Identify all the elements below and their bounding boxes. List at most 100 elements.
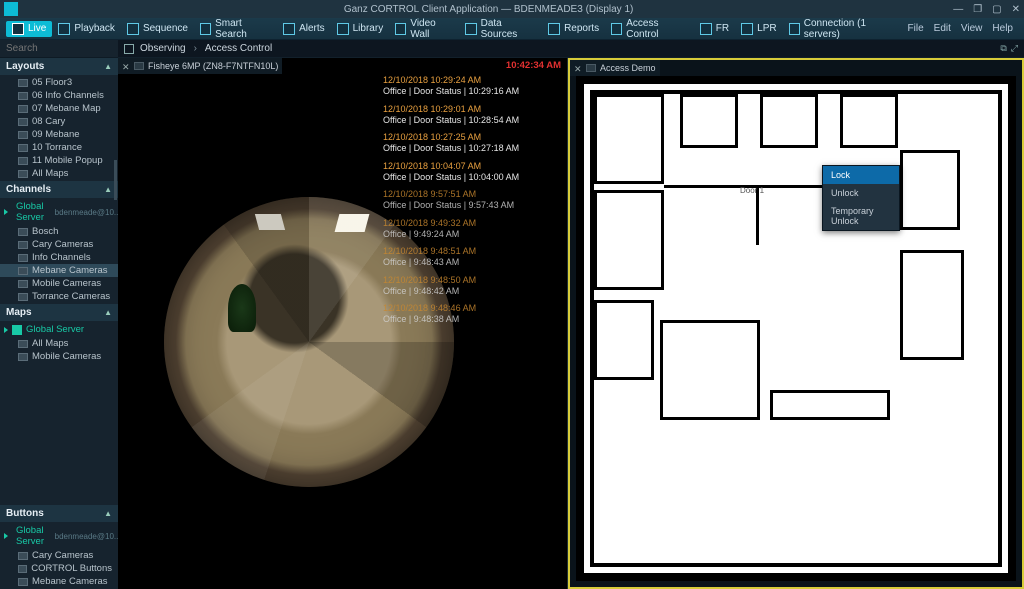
search-input[interactable] [6, 43, 118, 54]
close-tab-icon[interactable]: ✕ [574, 64, 582, 72]
section-buttons[interactable]: Buttons▲ [0, 505, 118, 522]
context-menu-item[interactable]: Temporary Unlock [823, 202, 899, 230]
tree-item-label: 05 Floor3 [32, 77, 72, 88]
scene-object [228, 284, 256, 332]
tree-item[interactable]: Torrance Cameras [0, 290, 118, 303]
tree-item[interactable]: Cary Cameras [0, 549, 118, 562]
event-entry[interactable]: 12/10/2018 10:29:24 AMOffice | Door Stat… [383, 74, 563, 99]
video-wall-icon [395, 23, 406, 35]
expand-icon [4, 209, 8, 215]
tree-item[interactable]: CORTROL Buttons [0, 562, 118, 575]
menu-file[interactable]: File [903, 23, 929, 34]
section-layouts[interactable]: Layouts▲ [0, 58, 118, 75]
tree-item[interactable]: Info Channels [0, 251, 118, 264]
event-time: 12/10/2018 10:29:24 AM [383, 75, 563, 86]
crumb-access-control[interactable]: Access Control [205, 43, 272, 54]
tree-item[interactable]: Cary Cameras [0, 238, 118, 251]
maximize-button[interactable]: ▢ [992, 4, 1001, 15]
folder-icon [18, 565, 27, 573]
event-entry[interactable]: 12/10/2018 10:29:01 AMOffice | Door Stat… [383, 103, 563, 128]
access-control-icon [611, 23, 622, 35]
event-entry[interactable]: 12/10/2018 10:04:07 AMOffice | Door Stat… [383, 160, 563, 185]
restore-button[interactable]: ❐ [973, 4, 982, 15]
tree-item-label: 07 Mebane Map [32, 103, 101, 114]
event-detail: Office | 9:48:43 AM [383, 257, 563, 268]
menu-edit[interactable]: Edit [929, 23, 956, 34]
server-node[interactable]: Global Server [0, 322, 118, 337]
tree-item[interactable]: Mobile Cameras [0, 277, 118, 290]
close-button[interactable]: ✕ [1012, 4, 1020, 15]
tree-item[interactable]: All Maps [0, 167, 118, 180]
tree-item[interactable]: 09 Mebane [0, 128, 118, 141]
tree-item[interactable]: Mebane Cameras [0, 575, 118, 588]
event-entry[interactable]: 12/10/2018 9:48:46 AMOffice | 9:48:38 AM [383, 302, 563, 327]
expand-icon[interactable]: ⤢ [1011, 43, 1018, 54]
lpr-tab[interactable]: LPR [735, 21, 782, 37]
close-tab-icon[interactable]: ✕ [122, 62, 130, 70]
scrollbar-thumb[interactable] [114, 160, 117, 200]
map-tab[interactable]: ✕ Access Demo [570, 60, 660, 76]
search-box[interactable]: 🔍 [0, 40, 118, 58]
tree-item[interactable]: 05 Floor3 [0, 76, 118, 89]
tree-item[interactable]: 07 Mebane Map [0, 102, 118, 115]
tree-item[interactable]: Bosch [0, 225, 118, 238]
expand-icon [4, 533, 8, 539]
alerts-tab[interactable]: Alerts [277, 21, 331, 37]
event-entry[interactable]: 12/10/2018 9:48:50 AMOffice | 9:48:42 AM [383, 274, 563, 299]
event-time: 12/10/2018 9:48:51 AM [383, 246, 563, 257]
tree-item[interactable]: 06 Info Channels [0, 89, 118, 102]
server-node[interactable]: Global Server bdenmeade@10... [0, 523, 118, 549]
library-tab[interactable]: Library [331, 21, 390, 37]
playback-tab[interactable]: Playback [52, 21, 121, 37]
popout-icon[interactable]: ⧉ [1000, 43, 1006, 54]
tree-item-label: Bosch [32, 226, 58, 237]
context-menu-item[interactable]: Lock [823, 166, 899, 184]
tree-item-label: Cary Cameras [32, 550, 93, 561]
tree-item-label: All Maps [32, 338, 68, 349]
event-time: 12/10/2018 9:49:32 AM [383, 218, 563, 229]
sequence-tab[interactable]: Sequence [121, 21, 194, 37]
event-detail: Office | Door Status | 10:28:54 AM [383, 115, 563, 126]
connection-status[interactable]: Connection (1 servers) [783, 16, 903, 42]
minimize-button[interactable]: — [953, 4, 963, 15]
event-entry[interactable]: 12/10/2018 9:48:51 AMOffice | 9:48:43 AM [383, 245, 563, 270]
event-entry[interactable]: 12/10/2018 9:57:51 AMOffice | Door Statu… [383, 188, 563, 213]
event-entry[interactable]: 12/10/2018 9:49:32 AMOffice | 9:49:24 AM [383, 217, 563, 242]
fr-tab[interactable]: FR [694, 21, 735, 37]
crumb-observing[interactable]: Observing [140, 43, 186, 54]
tree-item-label: Mobile Cameras [32, 278, 101, 289]
context-menu-item[interactable]: Unlock [823, 184, 899, 202]
main-area: Observing Access Control ⧉ ⤢ ✕ Fisheye 6… [118, 40, 1024, 589]
bell-icon [283, 23, 295, 35]
data-sources-tab[interactable]: Data Sources [459, 16, 542, 42]
reports-tab[interactable]: Reports [542, 21, 605, 37]
lpr-icon [741, 23, 753, 35]
menu-help[interactable]: Help [987, 23, 1018, 34]
map-pane[interactable]: ✕ Access Demo [568, 58, 1024, 589]
window-title: Ganz CORTROL Client Application — BDENME… [24, 4, 953, 15]
floor-plan[interactable]: Door 1 [576, 76, 1016, 581]
section-maps[interactable]: Maps▲ [0, 304, 118, 321]
folder-icon [18, 157, 28, 165]
tree-item-label: 10 Torrance [32, 142, 82, 153]
tree-item[interactable]: 10 Torrance [0, 141, 118, 154]
tree-item[interactable]: Mebane Cameras [0, 264, 118, 277]
tree-item[interactable]: 08 Cary [0, 115, 118, 128]
folder-icon [18, 105, 28, 113]
event-detail: Office | Door Status | 10:04:00 AM [383, 172, 563, 183]
tree-item[interactable]: 11 Mobile Popup [0, 154, 118, 167]
home-icon[interactable] [124, 44, 134, 54]
live-tab[interactable]: Live [6, 21, 52, 37]
video-wall-tab[interactable]: Video Wall [389, 16, 459, 42]
smart-search-tab[interactable]: Smart Search [194, 16, 277, 42]
access-control-tab[interactable]: Access Control [605, 16, 694, 42]
event-entry[interactable]: 12/10/2018 10:27:25 AMOffice | Door Stat… [383, 131, 563, 156]
menu-view[interactable]: View [956, 23, 988, 34]
tree-item[interactable]: Mobile Cameras [0, 350, 118, 363]
server-node[interactable]: Global Server bdenmeade@10... [0, 199, 118, 225]
door-context-menu[interactable]: LockUnlockTemporary Unlock [822, 165, 900, 231]
section-channels[interactable]: Channels▲ [0, 181, 118, 198]
camera-pane[interactable]: ✕ Fisheye 6MP (ZN8-F7NTFN10L) 10:42:34 A… [118, 58, 568, 589]
tree-item[interactable]: All Maps [0, 337, 118, 350]
camera-tab[interactable]: ✕ Fisheye 6MP (ZN8-F7NTFN10L) [118, 58, 282, 74]
